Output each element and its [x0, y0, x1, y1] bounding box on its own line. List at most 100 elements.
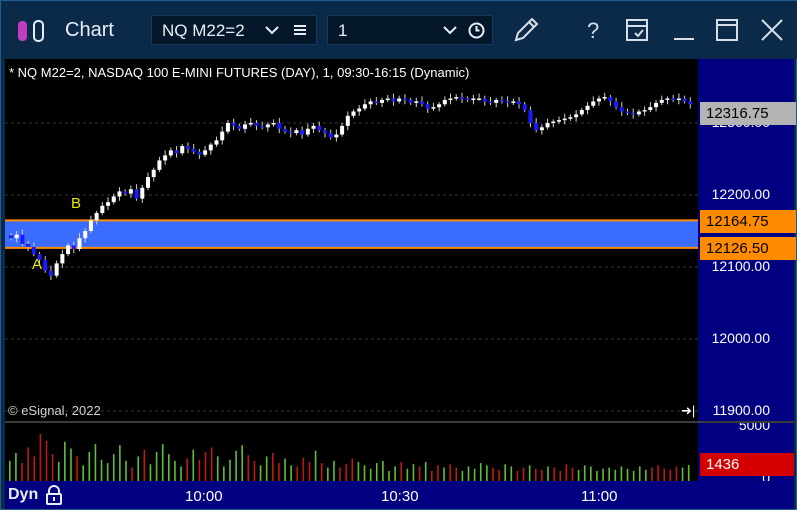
candle — [465, 96, 470, 103]
candle — [425, 101, 430, 113]
candle — [596, 95, 601, 106]
volume-bar — [76, 456, 78, 481]
volume-bar — [559, 470, 562, 481]
candle — [539, 124, 544, 135]
volume-bar — [119, 445, 121, 481]
candle — [157, 156, 162, 172]
candle — [642, 106, 647, 116]
time-axis[interactable]: Dyn 10:00 10:30 11:00 — [5, 481, 794, 509]
help-icon[interactable]: ? — [579, 15, 609, 45]
volume-bar — [541, 469, 543, 481]
volume-bar — [492, 467, 494, 481]
chart-app-icon[interactable] — [16, 19, 50, 43]
candle — [671, 94, 676, 103]
volume-bar — [418, 466, 421, 481]
time-label-1000: 10:00 — [185, 488, 223, 505]
volume-bar — [577, 469, 580, 481]
menu-lines-icon[interactable] — [292, 22, 308, 38]
candle — [654, 99, 659, 112]
candle — [482, 95, 487, 106]
volume-bar — [174, 460, 176, 481]
volume-bar — [204, 451, 207, 481]
candle — [294, 128, 299, 136]
candlestick-chart[interactable]: AB — [5, 59, 698, 421]
candle — [340, 123, 345, 137]
volume-bar — [137, 456, 140, 481]
volume-bar — [253, 460, 256, 481]
volume-bar — [479, 463, 482, 481]
volume-pane[interactable] — [5, 423, 698, 481]
price-pane[interactable]: AB * NQ M22=2, NASDAQ 100 E-MINI FUTURES… — [5, 59, 698, 421]
volume-bar — [149, 464, 152, 481]
candle — [374, 97, 379, 105]
pencil-icon[interactable] — [511, 15, 541, 45]
candle — [151, 167, 156, 182]
volume-bar — [547, 466, 549, 481]
candle — [459, 92, 464, 103]
candle — [682, 95, 687, 104]
candle — [191, 143, 196, 154]
price-axis-label: 11900.00 — [712, 402, 770, 418]
candle — [648, 102, 653, 113]
candle — [220, 126, 225, 145]
price-axis-label: 12100.00 — [711, 258, 770, 274]
candle — [420, 96, 424, 107]
candle — [100, 202, 105, 216]
lock-icon[interactable] — [45, 485, 63, 505]
volume-bar — [155, 451, 158, 481]
highlight-band — [5, 220, 698, 248]
volume-bar — [333, 460, 335, 481]
candle — [528, 106, 533, 128]
volume-bar — [412, 464, 415, 481]
volume-bar — [57, 461, 60, 481]
chevron-down-icon[interactable] — [442, 22, 458, 38]
save-layout-icon[interactable] — [623, 15, 653, 45]
chevron-down-icon[interactable] — [264, 22, 280, 38]
candle — [574, 110, 579, 122]
volume-bar — [259, 465, 262, 481]
volume-bar — [112, 454, 115, 481]
scroll-to-end-button[interactable]: ➜| — [681, 403, 695, 419]
volume-bar — [363, 465, 366, 481]
volume-bar — [198, 459, 201, 481]
volume-chart — [9, 433, 690, 481]
volume-bar — [565, 464, 568, 481]
price-axis[interactable]: 11900.0012000.0012100.0012200.0012300.00… — [698, 59, 796, 421]
candle — [368, 98, 373, 109]
candle — [494, 97, 499, 108]
volume-bar — [614, 469, 617, 481]
dynamic-mode-label[interactable]: Dyn — [8, 486, 38, 504]
volume-bar — [186, 458, 188, 481]
volume-bar — [443, 467, 445, 481]
candle — [362, 99, 367, 111]
candle — [522, 102, 527, 113]
volume-bar — [327, 467, 329, 481]
volume-bar — [534, 468, 537, 481]
volume-bar — [271, 453, 274, 481]
candle — [471, 94, 476, 105]
candle — [391, 93, 396, 106]
volume-bar — [9, 460, 11, 481]
close-icon[interactable] — [757, 15, 787, 45]
symbol-selector[interactable]: NQ M22=2 — [151, 15, 317, 45]
volume-bar — [320, 463, 323, 481]
maximize-icon[interactable] — [712, 15, 742, 45]
candle — [60, 249, 65, 268]
clock-icon[interactable] — [468, 22, 485, 39]
last-volume-tag: 1436 — [700, 453, 794, 476]
volume-bar — [33, 456, 36, 481]
volume-bar — [528, 465, 531, 481]
title-bar: Chart NQ M22=2 1 ? — [1, 1, 797, 59]
candle — [203, 146, 208, 157]
candle — [225, 120, 230, 134]
minimize-icon[interactable] — [669, 15, 699, 45]
volume-bar — [235, 450, 237, 481]
candle — [397, 95, 402, 104]
volume-bar — [302, 457, 305, 481]
volume-bar — [449, 464, 451, 481]
candle — [357, 105, 362, 116]
interval-selector[interactable]: 1 — [327, 15, 493, 45]
volume-bar — [241, 445, 244, 481]
price-axis-label: 12200.00 — [711, 186, 770, 202]
candle — [311, 123, 316, 134]
